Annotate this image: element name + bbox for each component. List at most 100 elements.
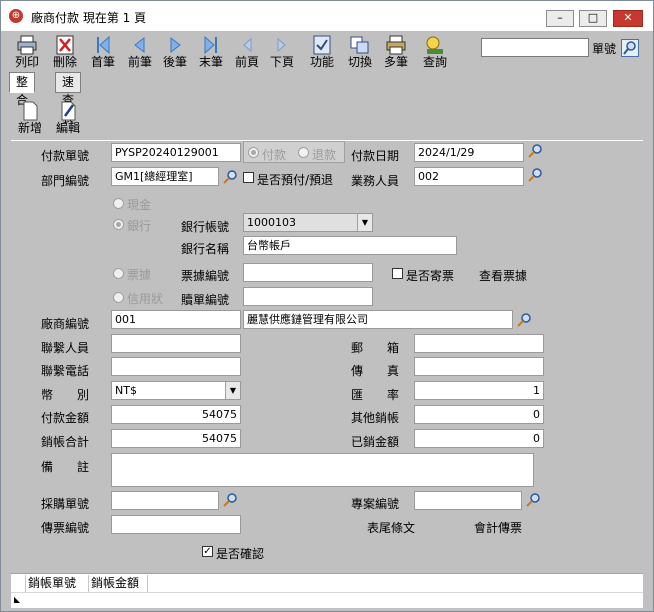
maximize-button[interactable]: □ [579, 10, 607, 27]
bank-account-dropdown-icon[interactable]: ▼ [357, 214, 372, 231]
previous-record-button[interactable]: 前筆 [122, 33, 158, 71]
multi-record-button[interactable]: 多筆 [378, 33, 414, 71]
mailbox-field[interactable] [414, 334, 544, 353]
project-lookup-icon[interactable] [525, 492, 541, 508]
printer-icon [17, 35, 37, 55]
phone-field[interactable] [111, 357, 241, 376]
minimize-button[interactable]: – [546, 10, 574, 27]
query-button[interactable]: 查詢 [417, 33, 453, 71]
vendor-no-label: 廠商編號 [41, 317, 90, 331]
remark-textarea[interactable] [111, 453, 534, 487]
footer-text-link[interactable]: 表尾條文 [367, 519, 415, 536]
refund-radio[interactable] [298, 147, 309, 158]
order-search-button[interactable] [621, 39, 639, 57]
view-bill-link[interactable]: 查看票據 [479, 267, 527, 284]
offset-total-label: 銷帳合計 [41, 435, 90, 449]
confirm-label: 是否確認 [216, 547, 265, 561]
sales-field[interactable]: 002 [414, 167, 524, 186]
project-no-label: 專案編號 [351, 497, 400, 511]
bank-radio[interactable] [113, 219, 124, 230]
po-lookup-icon[interactable] [222, 492, 238, 508]
contact-field[interactable] [111, 334, 241, 353]
currency-dropdown-icon[interactable]: ▼ [225, 382, 240, 399]
delete-button[interactable]: 刪除 [47, 33, 83, 71]
function-label: 功能 [309, 55, 334, 69]
bill-no-field[interactable] [243, 263, 373, 282]
pay-radio[interactable] [248, 147, 259, 158]
next-record-button[interactable]: 後筆 [157, 33, 193, 71]
refund-radio-label: 退款 [312, 148, 337, 162]
other-offset-field[interactable]: 0 [414, 405, 544, 424]
pay-radio-label: 付款 [262, 148, 287, 162]
prepay-label: 是否預付/預退 [257, 173, 334, 187]
vendor-no-field[interactable]: 001 [111, 310, 241, 329]
edit-record-button[interactable]: 編輯 [51, 99, 85, 135]
new-record-label: 新增 [17, 121, 42, 135]
po-no-field[interactable] [111, 491, 219, 510]
redeem-no-field[interactable] [243, 287, 373, 306]
bank-account-label: 銀行帳號 [181, 220, 230, 234]
vendor-lookup-icon[interactable] [516, 312, 532, 328]
bank-name-field[interactable]: 台幣帳戶 [243, 236, 457, 255]
switch-label: 切換 [347, 55, 372, 69]
dept-field[interactable]: GM1[總經理室] [111, 167, 219, 186]
offset-amount-label: 已銷金額 [351, 435, 400, 449]
bank-account-select[interactable]: 1000103 [243, 213, 373, 232]
grid-row-header [11, 575, 26, 592]
previous-page-icon [243, 37, 252, 53]
fax-field[interactable] [414, 357, 544, 376]
previous-record-icon [134, 36, 145, 54]
bank-label: 銀行 [127, 219, 152, 233]
other-offset-label: 其他銷帳 [351, 411, 400, 425]
dept-lookup-icon[interactable] [222, 169, 238, 185]
tab-integrate[interactable]: 整合 [9, 72, 36, 107]
next-record-label: 後筆 [162, 55, 187, 69]
dept-label: 部門編號 [41, 174, 90, 188]
offset-amount-field[interactable]: 0 [414, 429, 544, 448]
next-page-button[interactable]: 下頁 [264, 33, 300, 71]
vendor-name-field[interactable]: 麗慧供應鏈管理有限公司 [243, 310, 513, 329]
print-button[interactable]: 列印 [9, 33, 45, 71]
order-search-input[interactable] [481, 38, 589, 57]
payment-date-lookup-icon[interactable] [527, 143, 543, 159]
grid-header-offset-amount[interactable]: 銷帳金額 [89, 575, 148, 592]
bank-name-label: 銀行名稱 [181, 242, 230, 256]
accounting-voucher-link[interactable]: 會計傳票 [474, 519, 522, 536]
bill-radio[interactable] [113, 268, 124, 279]
cash-radio[interactable] [113, 198, 124, 209]
voucher-no-field[interactable] [111, 515, 241, 534]
first-record-button[interactable]: 首筆 [85, 33, 121, 71]
function-button[interactable]: 功能 [304, 33, 340, 71]
tab-quick-table[interactable]: 速查表 [55, 72, 82, 125]
rate-field[interactable]: 1 [414, 381, 544, 400]
project-no-field[interactable] [414, 491, 522, 510]
send-bill-checkbox[interactable] [392, 268, 403, 279]
function-icon [313, 35, 331, 55]
last-record-button[interactable]: 末筆 [193, 33, 229, 71]
previous-record-label: 前筆 [127, 55, 152, 69]
previous-page-label: 前頁 [234, 55, 259, 69]
sales-lookup-icon[interactable] [527, 167, 543, 183]
voucher-no-label: 傳票編號 [41, 521, 90, 535]
offset-total-field[interactable]: 54075 [111, 429, 241, 448]
switch-button[interactable]: 切換 [342, 33, 378, 71]
app-logo-icon: ⊕ [9, 9, 23, 23]
pay-amount-field[interactable]: 54075 [111, 405, 241, 424]
delete-label: 刪除 [52, 55, 77, 69]
next-page-label: 下頁 [269, 55, 294, 69]
grid-header-offset-no[interactable]: 銷帳單號 [26, 575, 89, 592]
rate-label: 匯 率 [351, 388, 400, 402]
cash-label: 現金 [127, 198, 152, 212]
table-row[interactable]: ◣ [11, 592, 643, 607]
confirm-checkbox[interactable]: ✓ [202, 546, 213, 557]
query-icon [426, 36, 443, 54]
last-record-icon [204, 35, 217, 55]
previous-page-button[interactable]: 前頁 [229, 33, 265, 71]
currency-select[interactable]: NT$ [111, 381, 241, 400]
close-button[interactable]: ✕ [613, 10, 643, 27]
credit-radio[interactable] [113, 292, 124, 303]
payment-date-field[interactable]: 2024/1/29 [414, 143, 524, 162]
new-record-button[interactable]: 新增 [13, 99, 47, 135]
payment-no-field[interactable]: PYSP20240129001 [111, 143, 241, 162]
prepay-checkbox[interactable] [243, 172, 254, 183]
